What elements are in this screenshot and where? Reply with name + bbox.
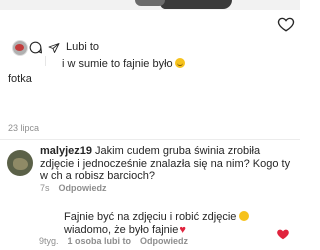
liked-heart-icon[interactable]: [276, 227, 290, 241]
reply-body: Fajnie być na zdjęciu i robić zdjęcie: [64, 211, 237, 223]
avatar[interactable]: [12, 40, 28, 56]
reply-meta: 9tyg. 1 osoba lubi to Odpowiedz: [39, 236, 188, 246]
caption-text: i w sumie to fajnie było: [62, 58, 173, 70]
reply-reply-button[interactable]: Odpowiedz: [140, 236, 188, 246]
reply-text: Fajnie być na zdjęciu i robić zdjęcie wi…: [64, 211, 264, 236]
comment-meta: 7s Odpowiedz: [40, 183, 107, 193]
heart-emoji-icon: ♥: [179, 223, 186, 236]
caption-line: i w sumie to fajnie było: [62, 58, 185, 70]
thread-line: [45, 56, 46, 66]
reply-button[interactable]: Odpowiedz: [59, 183, 107, 193]
divider: [0, 139, 300, 140]
heart-icon[interactable]: [277, 15, 295, 33]
smile-emoji-icon: [174, 58, 185, 68]
reply-time: 9tyg.: [39, 236, 59, 246]
comment-icon[interactable]: [28, 40, 43, 55]
post-image-shape-2: [135, 0, 165, 6]
sweat-smile-emoji-icon: [239, 211, 250, 221]
comment-time: 7s: [40, 183, 50, 193]
caption-sub: fotka: [8, 73, 32, 85]
post-date: 23 lipca: [8, 123, 40, 133]
commenter-avatar[interactable]: [7, 150, 33, 176]
send-icon[interactable]: [48, 42, 60, 54]
reply-likes[interactable]: 1 osoba lubi to: [68, 236, 132, 246]
like-label[interactable]: Lubi to: [66, 41, 99, 53]
comment-text: malyjez19 Jakim cudem gruba świnia zrobi…: [40, 145, 292, 183]
post-image-strip: [0, 0, 300, 10]
comment-username[interactable]: malyjez19: [40, 145, 92, 157]
reply-body-2: wiadomo, że było fajnie: [64, 223, 179, 236]
post-image-shape: [160, 0, 232, 9]
